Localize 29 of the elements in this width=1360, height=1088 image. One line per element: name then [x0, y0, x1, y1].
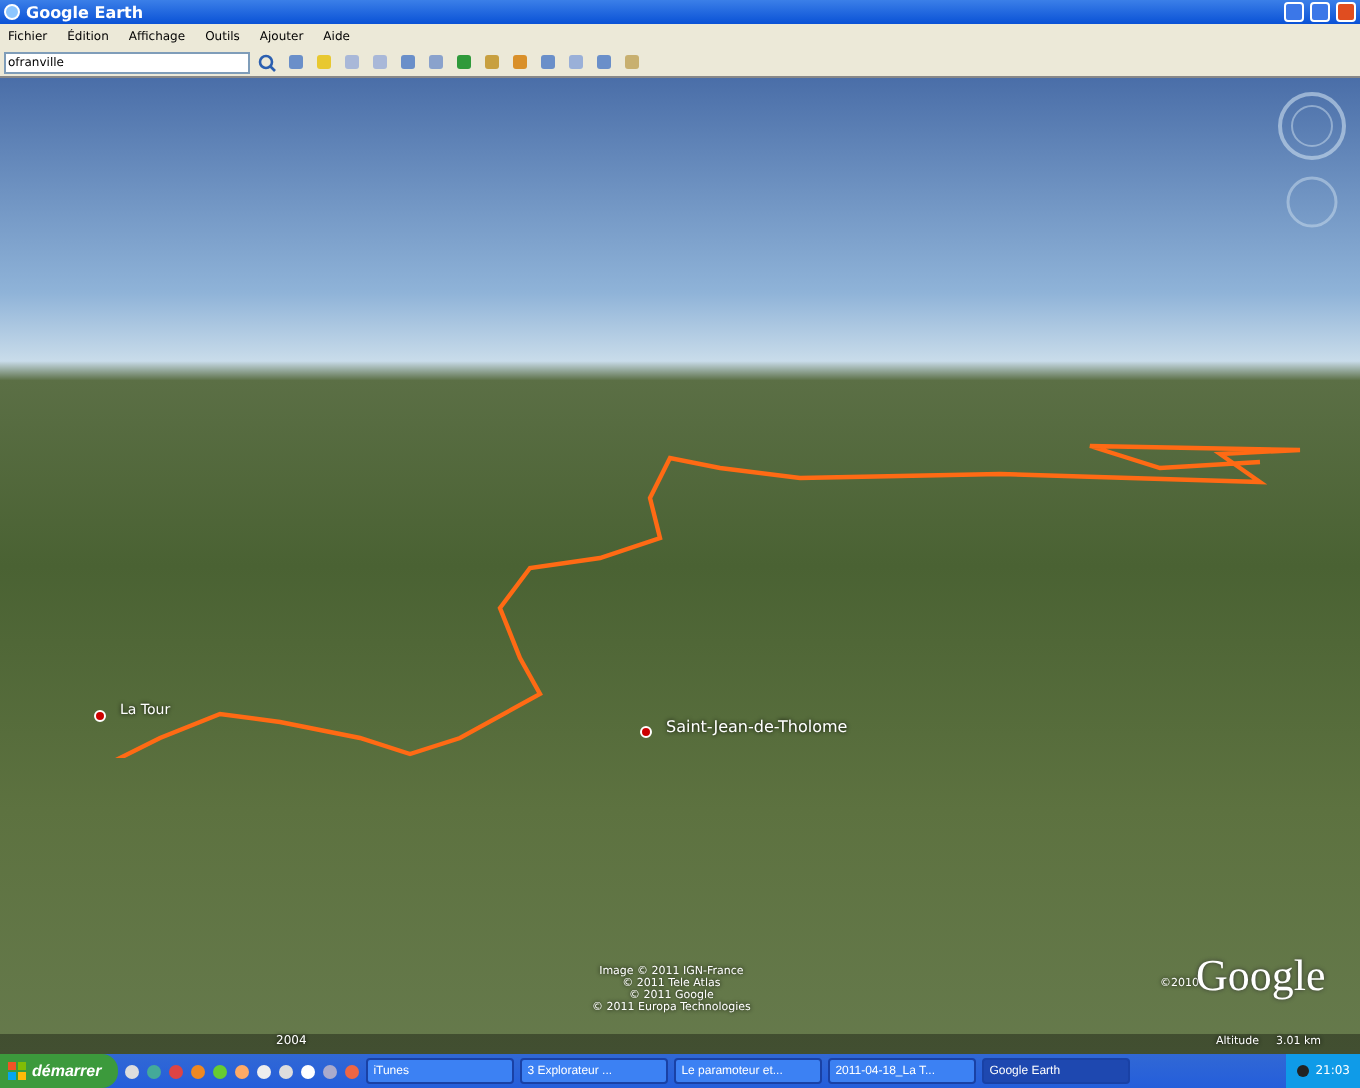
toolbar-button[interactable] [396, 51, 418, 73]
logo-text: Google [1196, 950, 1326, 1002]
search-button[interactable] [256, 51, 278, 73]
window-title: Google Earth [26, 3, 146, 21]
close-button[interactable] [1336, 2, 1356, 22]
place-label: Saint-Jean-de-Tholome [666, 718, 848, 736]
toolbar-button[interactable] [312, 51, 334, 73]
zoom-control-icon [1284, 174, 1340, 230]
toolbar-button[interactable] [284, 51, 306, 73]
navigation-compass-icon [1276, 90, 1348, 162]
globe-icon [4, 4, 20, 20]
tray-icon [1295, 1064, 1310, 1078]
toolbar-button[interactable] [480, 51, 502, 73]
toolbar-button[interactable] [564, 51, 586, 73]
maximize-button[interactable] [1310, 2, 1330, 22]
toolbar-button[interactable] [536, 51, 558, 73]
toolbar-button[interactable] [424, 51, 446, 73]
place-pin-icon [94, 710, 106, 722]
windows-logo-icon [8, 1062, 26, 1080]
search-icon [258, 53, 276, 71]
toolbar-button[interactable] [340, 51, 362, 73]
toolbar-button[interactable] [592, 51, 614, 73]
minimize-button[interactable] [1284, 2, 1304, 22]
toolbar-button[interactable] [620, 51, 642, 73]
start-button[interactable]: démarrer [0, 1054, 118, 1088]
toolbar-button[interactable] [452, 51, 474, 73]
toolbar-button[interactable] [508, 51, 530, 73]
place-pin-icon [640, 726, 652, 738]
toolbar-button[interactable] [368, 51, 390, 73]
